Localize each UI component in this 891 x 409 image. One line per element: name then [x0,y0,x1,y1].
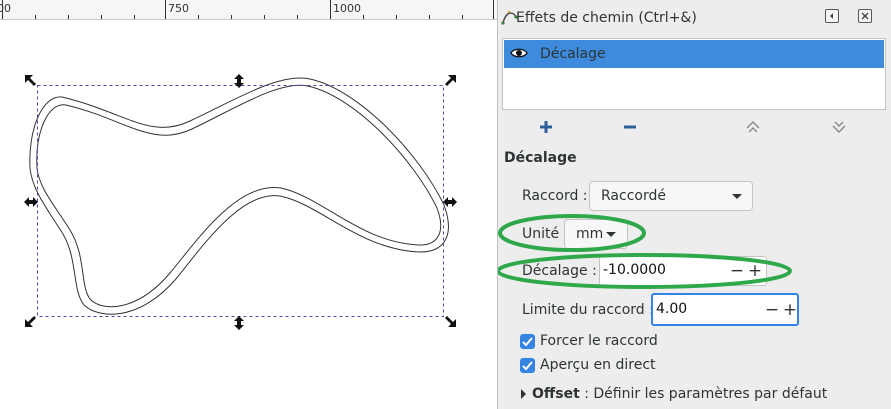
horizontal-ruler: 500 750 1000 [0,0,497,20]
ruler-label: 1000 [333,2,361,15]
force-join-label[interactable]: Forcer le raccord [540,333,658,349]
offset-spinbutton[interactable]: -10.0000 − + [599,256,767,286]
defaults-text: : Définir les paramètres par défaut [579,386,828,402]
increment-button[interactable]: + [746,261,764,281]
join-label: Raccord : [522,188,588,204]
unit-value: mm [576,226,604,242]
dock-icon [830,13,833,19]
eye-icon[interactable] [510,46,528,60]
miter-limit-label: Limite du raccord : [522,302,654,318]
miter-limit-spinbutton[interactable]: 4.00 − + [651,293,799,326]
decrement-button[interactable]: − [763,300,781,320]
effects-list[interactable]: Décalage [502,38,886,110]
resize-handle-bottom [234,316,244,330]
decrement-button[interactable]: − [728,261,746,281]
resize-handle-bottom-right [445,316,456,327]
unit-dropdown[interactable]: mm [564,219,628,249]
ruler-label: 500 [0,2,11,15]
transform-handles[interactable] [24,74,457,330]
checkmark-icon [522,361,533,371]
offset-value[interactable]: -10.0000 [603,262,666,278]
resize-handle-top-right [445,75,456,86]
offset-label: Décalage : [522,263,597,279]
section-title: Décalage [504,150,577,166]
defaults-expander[interactable]: Offset : Définir les paramètres par défa… [532,386,827,402]
chevron-down-icon [732,194,742,199]
resize-handle-bottom-left [25,316,36,327]
resize-handle-top-left [25,75,36,86]
miter-limit-value[interactable]: 4.00 [656,301,687,317]
close-icon [861,12,869,20]
remove-effect-button[interactable] [620,117,640,137]
ruler-ticks [2,0,494,19]
list-item-effect[interactable]: Décalage [504,40,884,68]
effect-label: Décalage [540,46,606,62]
join-value: Raccordé [601,188,666,204]
expander-arrow-icon[interactable] [521,389,526,399]
move-down-button[interactable] [829,117,849,137]
selection-bbox [37,85,444,317]
increment-button[interactable]: + [781,300,799,320]
join-dropdown[interactable]: Raccordé [589,181,753,211]
resize-handle-right [443,197,457,207]
close-panel-button[interactable] [858,9,872,23]
panel-header: Effets de chemin (Ctrl+&) [498,0,891,36]
defaults-name: Offset [532,386,580,402]
chevron-down-icon [606,232,616,237]
resize-handle-left [24,197,38,207]
ruler-label: 750 [168,2,189,15]
live-preview-label[interactable]: Aperçu en direct [540,357,656,373]
move-up-button[interactable] [743,117,763,137]
force-join-checkbox[interactable] [520,334,535,349]
checkmark-icon [522,337,533,347]
original-path[interactable] [36,84,442,308]
drawing [24,74,457,330]
live-preview-checkbox[interactable] [520,358,535,373]
panel-title: Effets de chemin (Ctrl+&) [516,10,697,26]
dock-toggle-button[interactable] [825,9,839,23]
path-effects-panel: Effets de chemin (Ctrl+&) Décalage Décal… [497,0,891,409]
unit-label: Unité [522,226,560,242]
add-effect-button[interactable] [536,117,556,137]
canvas-area[interactable]: 500 750 1000 [0,0,497,409]
